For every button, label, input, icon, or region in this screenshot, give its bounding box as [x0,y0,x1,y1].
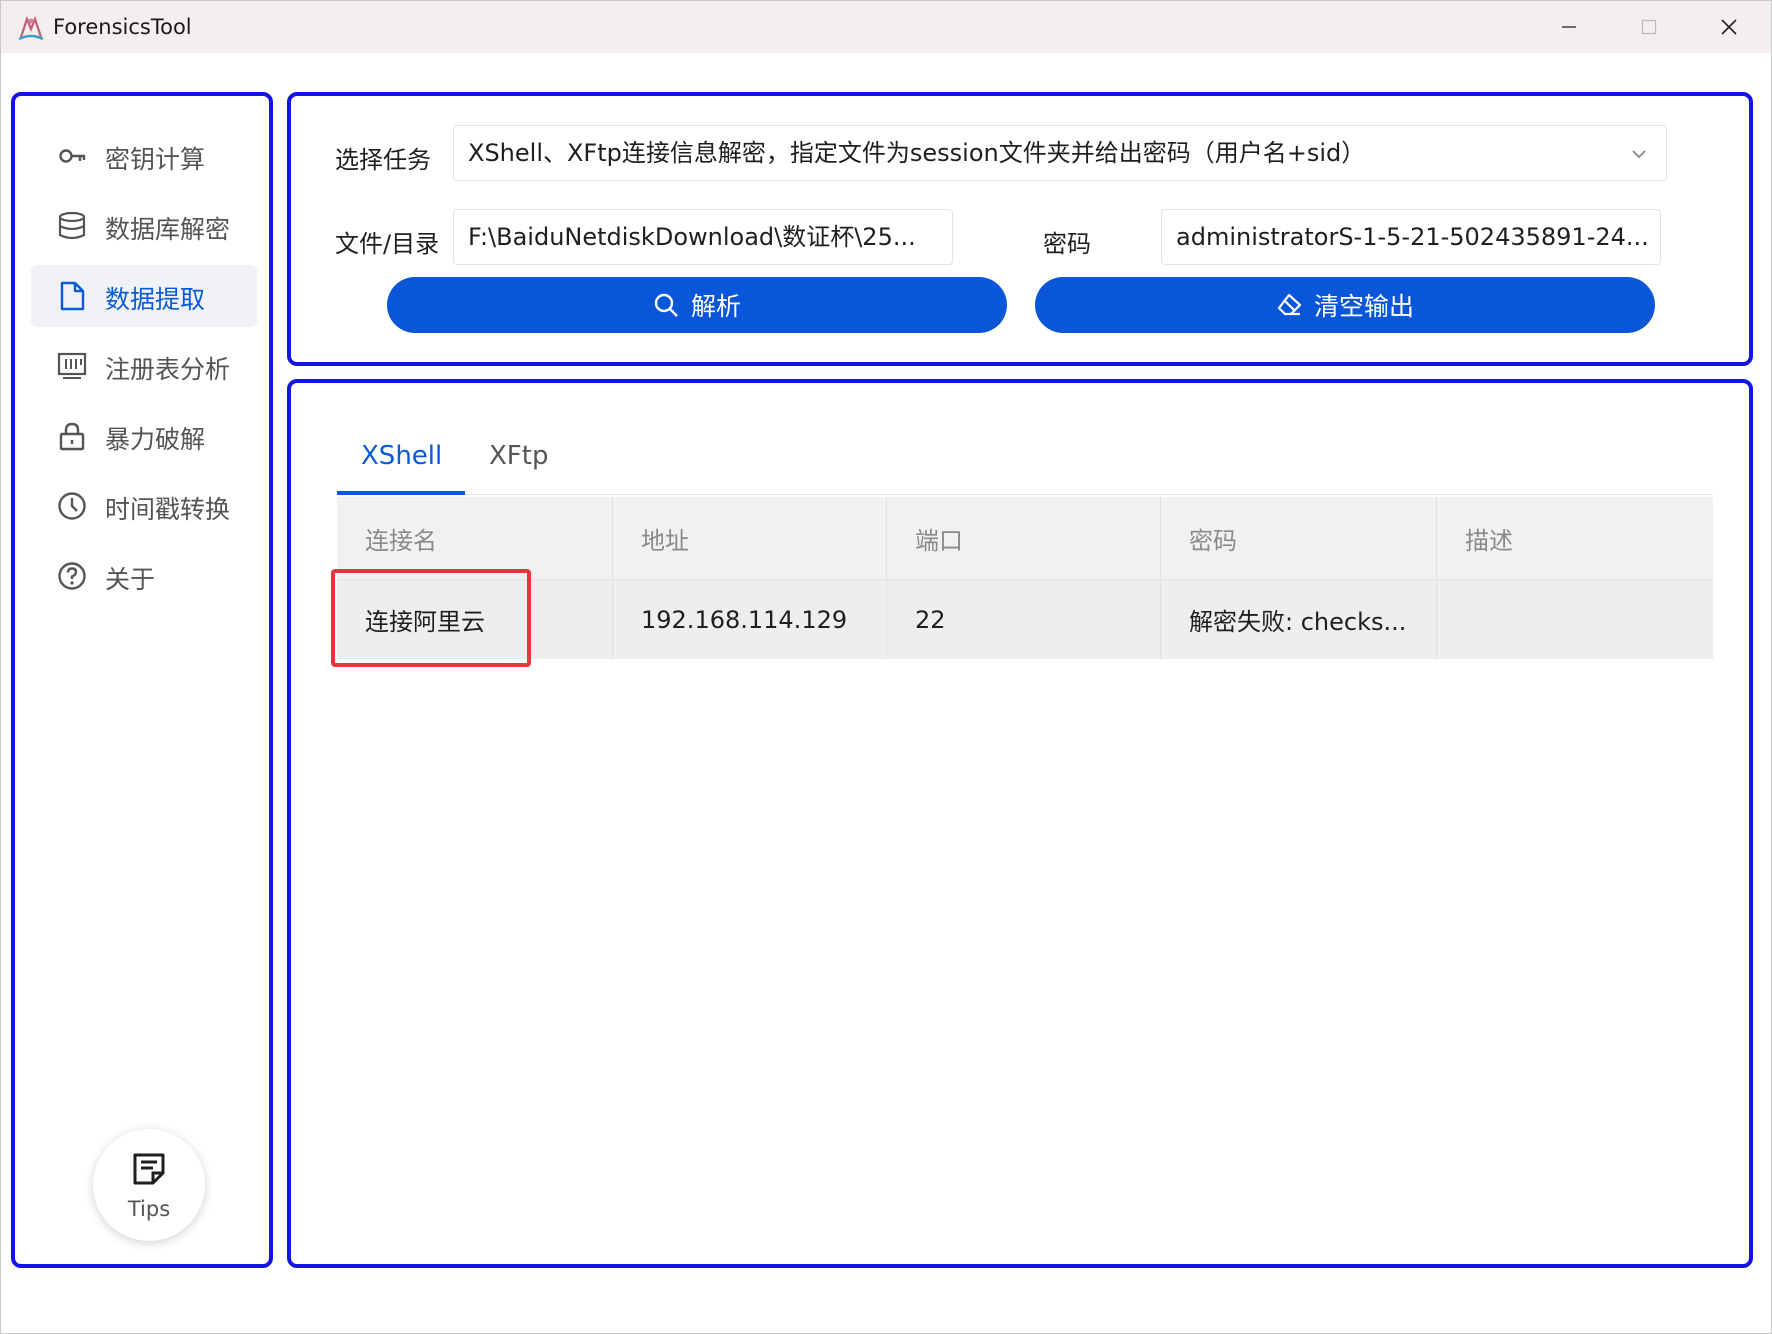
maximize-button[interactable] [1609,1,1689,53]
tips-button[interactable]: Tips [93,1129,205,1241]
lock-icon [59,422,85,451]
minimize-button[interactable] [1529,1,1609,53]
path-input-value: F:\BaiduNetdiskDownload\数证杯\25... [468,223,916,251]
note-icon [133,1153,165,1185]
table-cell [1437,580,1713,659]
task-select-value: XShell、XFtp连接信息解密，指定文件为session文件夹并给出密码（用… [468,139,1366,167]
sidebar-item-label: 数据提取 [105,285,206,314]
sidebar-item-label: 时间戳转换 [105,495,231,524]
sidebar-item-label: 关于 [105,565,156,594]
app-logo-icon [18,15,44,41]
column-header[interactable]: 密码 [1161,497,1437,579]
close-icon [1721,19,1737,35]
task-select[interactable]: XShell、XFtp连接信息解密，指定文件为session文件夹并给出密码（用… [453,125,1667,181]
sidebar-item-label: 密钥计算 [105,145,206,174]
tab-xftp[interactable]: XFtp [489,441,548,471]
password-input[interactable]: administratorS-1-5-21-502435891-24... [1161,209,1661,265]
table-cell: 连接阿里云 [337,580,613,659]
sidebar-item-key-calc[interactable]: 密钥计算 [31,125,257,187]
app-title: ForensicsTool [53,15,192,39]
close-button[interactable] [1689,1,1769,53]
column-header[interactable]: 端口 [887,497,1161,579]
column-header[interactable]: 地址 [613,497,887,579]
sidebar-item-label: 注册表分析 [105,355,231,384]
path-label: 文件/目录 [335,230,440,258]
table-header: 连接名 地址 端口 密码 描述 [337,497,1713,579]
sidebar: 密钥计算 数据库解密 数据提取 注册表分析 暴力破解 时间戳转换 关于 Tips [11,92,273,1268]
parse-button[interactable]: 解析 [387,277,1007,333]
table-cell: 22 [887,580,1161,659]
task-form-panel: 选择任务 XShell、XFtp连接信息解密，指定文件为session文件夹并给… [287,92,1753,366]
eraser-icon [1277,293,1302,316]
clear-output-button-label: 清空输出 [1313,292,1414,321]
chevron-down-icon [1632,150,1646,159]
results-panel: XShell XFtp 连接名 地址 端口 密码 描述 连接阿里云 192.16… [287,379,1753,1268]
title-bar: ForensicsTool [1,1,1771,53]
search-icon [654,293,678,317]
results-table: 连接名 地址 端口 密码 描述 连接阿里云 192.168.114.129 22… [337,497,1713,659]
tab-bar-divider [337,494,1713,495]
task-label: 选择任务 [335,146,431,174]
active-tab-indicator [337,491,465,495]
path-input[interactable]: F:\BaiduNetdiskDownload\数证杯\25... [453,209,953,265]
clock-icon [58,492,86,520]
document-icon [60,281,85,311]
registry-icon [57,352,87,379]
sidebar-item-label: 暴力破解 [105,425,206,454]
table-cell: 192.168.114.129 [613,580,887,659]
app-window: ForensicsTool 密钥计算 数据库解密 数据提取 注册表分析 暴力破解… [0,0,1772,1334]
sidebar-item-timestamp[interactable]: 时间戳转换 [31,475,257,537]
column-header[interactable]: 描述 [1437,497,1713,579]
column-header[interactable]: 连接名 [337,497,613,579]
database-icon [58,211,86,240]
maximize-icon [1641,19,1657,35]
clear-output-button[interactable]: 清空输出 [1035,277,1655,333]
password-input-value: administratorS-1-5-21-502435891-24... [1176,223,1649,251]
sidebar-item-registry[interactable]: 注册表分析 [31,335,257,397]
sidebar-item-about[interactable]: 关于 [31,545,257,607]
table-row[interactable]: 连接阿里云 192.168.114.129 22 解密失败: checks... [337,579,1713,659]
sidebar-item-data-extract[interactable]: 数据提取 [31,265,257,327]
sidebar-item-label: 数据库解密 [105,215,231,244]
minimize-icon [1562,26,1576,28]
key-icon [59,149,86,163]
tips-label: Tips [127,1197,171,1221]
sidebar-item-db-decrypt[interactable]: 数据库解密 [31,195,257,257]
parse-button-label: 解析 [690,292,741,321]
tab-xshell[interactable]: XShell [361,441,442,471]
sidebar-item-bruteforce[interactable]: 暴力破解 [31,405,257,467]
password-label: 密码 [1043,230,1091,258]
help-icon [58,562,86,590]
table-cell: 解密失败: checks... [1161,580,1437,659]
